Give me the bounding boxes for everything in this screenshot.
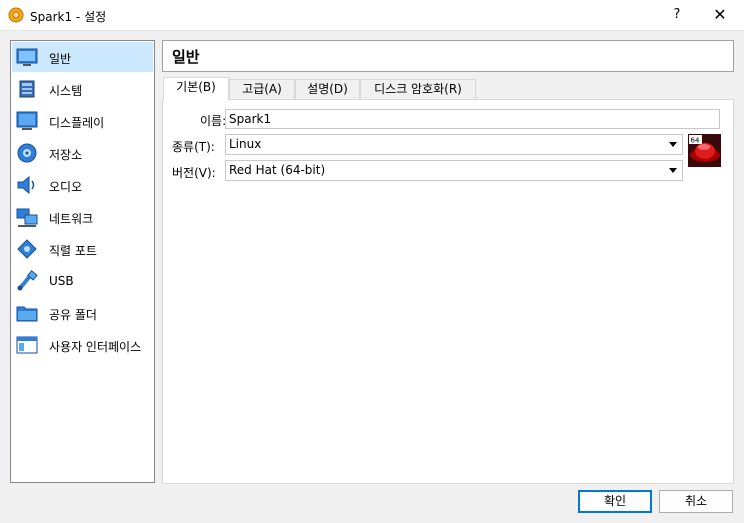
sidebar-item-storage[interactable]: 저장소 <box>12 138 153 168</box>
audio-icon <box>17 175 35 195</box>
cancel-button[interactable]: 취소 <box>659 490 733 513</box>
section-title: 일반 <box>172 48 200 66</box>
sidebar-item-label: USB <box>49 274 74 288</box>
usb-icon <box>17 270 38 291</box>
system-icon <box>19 80 35 98</box>
sidebar-item-label: 네트워크 <box>49 212 94 226</box>
type-select[interactable]: Linux <box>225 134 683 155</box>
storage-icon <box>17 143 37 163</box>
name-input[interactable] <box>226 110 719 128</box>
sidebar-item-general[interactable]: 일반 <box>12 42 153 72</box>
network-icon <box>16 208 38 227</box>
type-select-value: Linux <box>229 137 262 151</box>
user-interface-icon <box>16 336 38 354</box>
tab-panel-basic <box>162 99 734 484</box>
sidebar-item-shared-folder[interactable]: 공유 폴더 <box>12 298 153 328</box>
serial-port-icon <box>17 239 37 259</box>
sidebar-item-label: 저장소 <box>49 148 83 162</box>
close-button[interactable]: ✕ <box>700 0 740 30</box>
sidebar-item-audio[interactable]: 오디오 <box>12 170 153 200</box>
tab-basic[interactable]: 기본(B) <box>163 77 229 100</box>
window-title: Spark1 - 설정 <box>30 10 107 24</box>
type-label: 종류(T): <box>172 140 215 154</box>
settings-sidebar: 일반 시스템 디스플레이 저장소 오디오 네트워크 직렬 포트 USB 공유 폴… <box>10 40 155 483</box>
version-select[interactable]: Red Hat (64-bit) <box>225 160 683 181</box>
chevron-down-icon <box>669 142 677 147</box>
chevron-down-icon <box>669 168 677 173</box>
display-icon <box>16 111 38 130</box>
sidebar-item-label: 공유 폴더 <box>49 308 97 322</box>
sidebar-item-user-interface[interactable]: 사용자 인터페이스 <box>12 330 153 360</box>
section-header: 일반 <box>162 40 734 72</box>
os-badge-text: 64 <box>691 137 700 145</box>
name-label: 이름: <box>200 114 227 128</box>
sidebar-item-label: 오디오 <box>49 180 83 194</box>
sidebar-item-serial-port[interactable]: 직렬 포트 <box>12 234 153 264</box>
version-select-value: Red Hat (64-bit) <box>229 163 326 177</box>
tab-disk-encryption[interactable]: 디스크 암호화(R) <box>360 79 476 99</box>
tab-advanced[interactable]: 고급(A) <box>229 79 295 99</box>
name-field-box <box>225 109 720 129</box>
shared-folder-icon <box>16 306 38 322</box>
general-icon <box>16 48 38 66</box>
sidebar-item-label: 일반 <box>49 52 72 66</box>
sidebar-item-display[interactable]: 디스플레이 <box>12 106 153 136</box>
virtualbox-gear-icon <box>8 7 24 23</box>
ok-button[interactable]: 확인 <box>578 490 652 513</box>
sidebar-item-label: 사용자 인터페이스 <box>49 340 142 354</box>
sidebar-item-usb[interactable]: USB <box>12 266 153 296</box>
sidebar-item-network[interactable]: 네트워크 <box>12 202 153 232</box>
sidebar-item-label: 시스템 <box>49 84 83 98</box>
sidebar-item-label: 디스플레이 <box>49 116 105 130</box>
version-label: 버전(V): <box>172 166 216 180</box>
redhat-os-icon: 64 <box>688 134 721 167</box>
help-button[interactable]: ? <box>657 0 697 30</box>
title-bar: Spark1 - 설정 ? ✕ <box>0 0 744 31</box>
sidebar-item-system[interactable]: 시스템 <box>12 74 153 104</box>
tab-description[interactable]: 설명(D) <box>295 79 360 99</box>
sidebar-item-label: 직렬 포트 <box>49 244 97 258</box>
